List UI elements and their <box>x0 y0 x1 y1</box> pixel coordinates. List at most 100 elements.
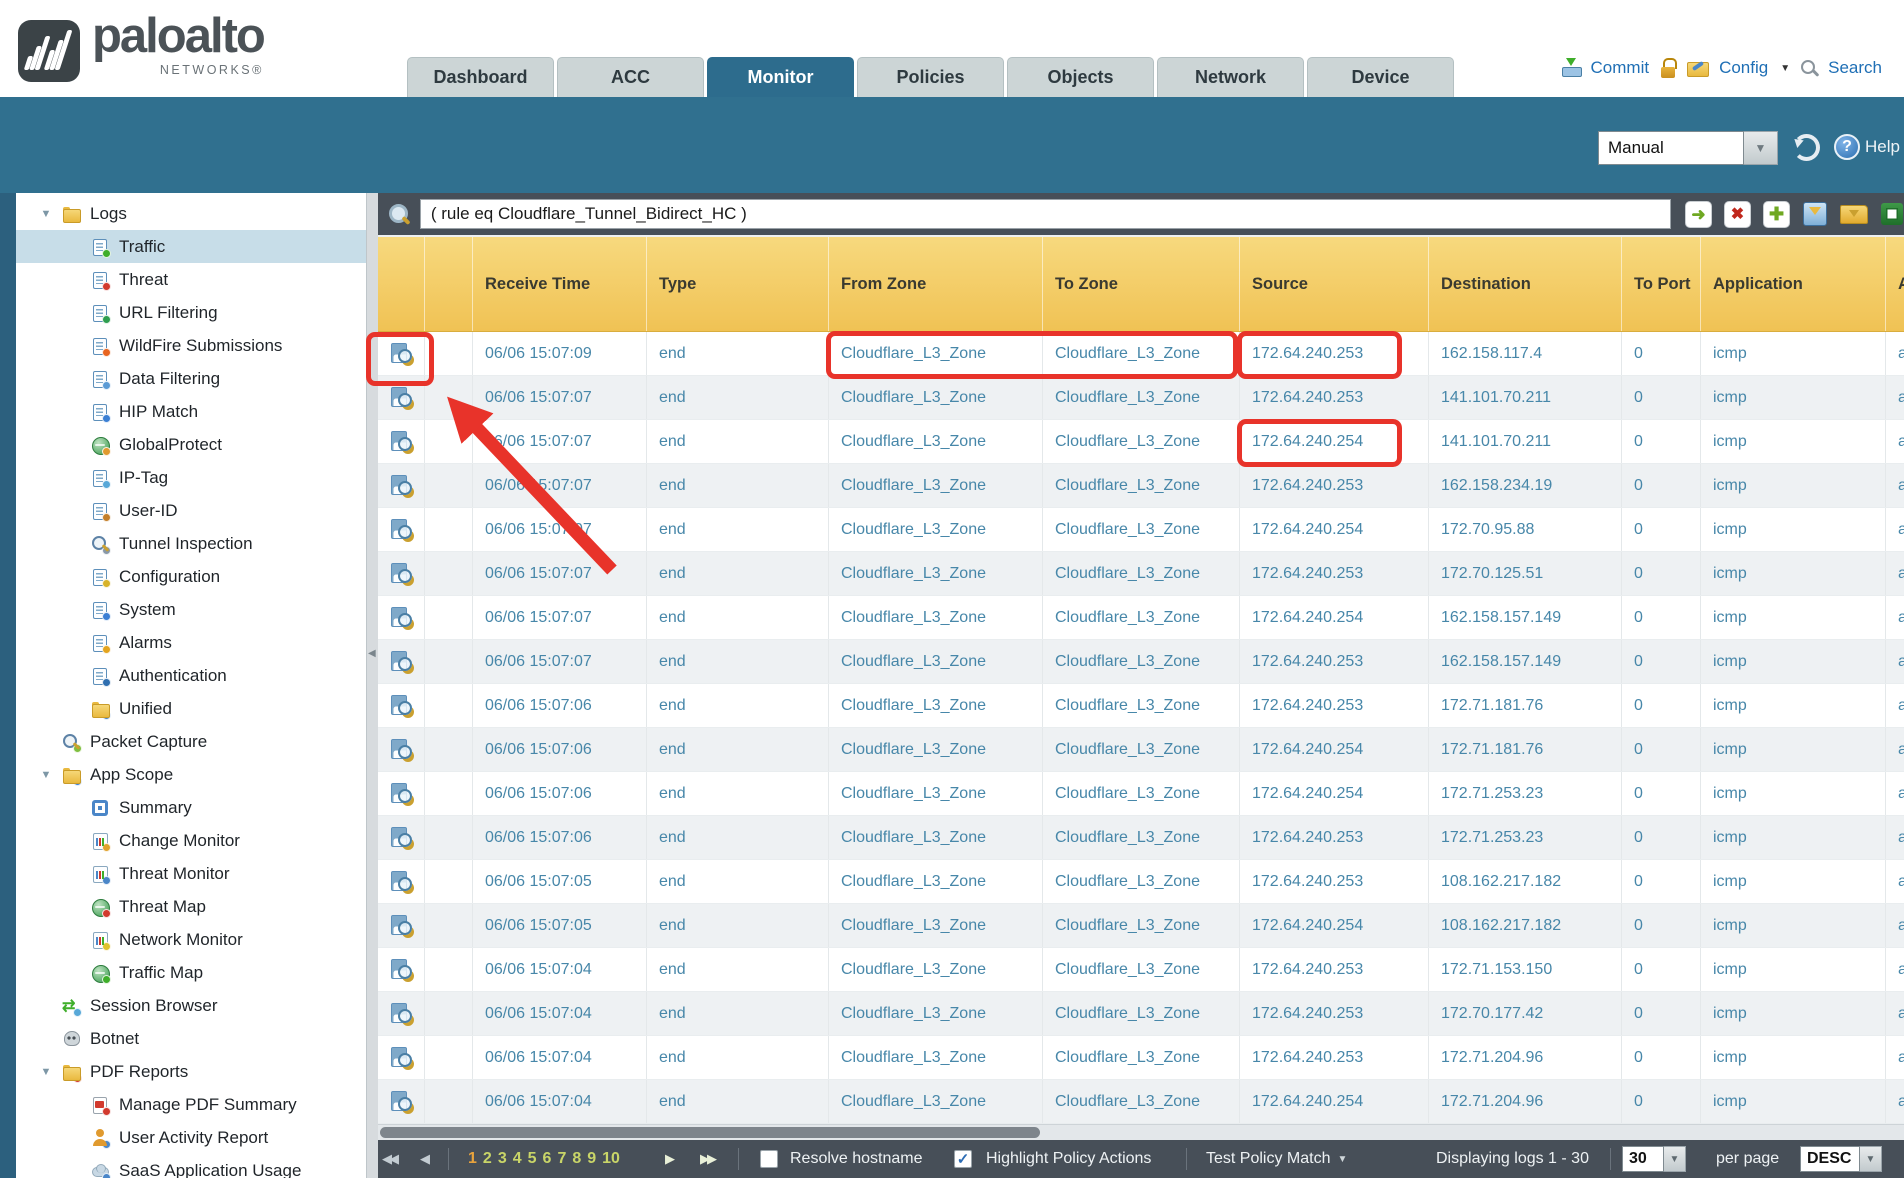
log-row[interactable]: 06/06 15:07:06endCloudflare_L3_ZoneCloud… <box>378 684 1904 728</box>
cell-action[interactable]: a <box>1886 464 1904 507</box>
cell-source[interactable]: 172.64.240.253 <box>1240 640 1429 683</box>
page-number-10[interactable]: 10 <box>602 1150 620 1168</box>
clear-filter-icon[interactable]: ✖ <box>1724 201 1751 228</box>
cell-to-port[interactable]: 0 <box>1622 376 1701 419</box>
column-header-from-zone[interactable]: From Zone <box>829 237 1043 331</box>
sidebar-item-saas-application-usage[interactable]: SaaS Application Usage <box>16 1154 366 1178</box>
horizontal-scrollbar-thumb[interactable] <box>380 1127 1040 1138</box>
cell-receive-time[interactable]: 06/06 15:07:04 <box>473 1080 647 1123</box>
log-detail-icon[interactable] <box>389 651 413 673</box>
cell-to-zone[interactable]: Cloudflare_L3_Zone <box>1043 904 1240 947</box>
tab-acc[interactable]: ACC <box>557 57 704 97</box>
cell-application[interactable]: icmp <box>1701 420 1886 463</box>
cell-action[interactable]: a <box>1886 376 1904 419</box>
cell-destination[interactable]: 172.71.153.150 <box>1429 948 1622 991</box>
column-header-spacer[interactable] <box>425 237 473 331</box>
cell-application[interactable]: icmp <box>1701 332 1886 375</box>
help-button[interactable]: ? Help <box>1834 134 1900 160</box>
sidebar-item-session-browser[interactable]: Session Browser <box>16 989 366 1022</box>
cell-source[interactable]: 172.64.240.253 <box>1240 552 1429 595</box>
log-row[interactable]: 06/06 15:07:04endCloudflare_L3_ZoneCloud… <box>378 1080 1904 1124</box>
cell-action[interactable]: a <box>1886 640 1904 683</box>
cell-from-zone[interactable]: Cloudflare_L3_Zone <box>829 816 1043 859</box>
help-icon[interactable]: ? <box>1834 134 1860 160</box>
cell-type[interactable]: end <box>647 1036 829 1079</box>
log-row[interactable]: 06/06 15:07:04endCloudflare_L3_ZoneCloud… <box>378 992 1904 1036</box>
refresh-mode-select[interactable]: Manual ▼ <box>1598 131 1778 165</box>
cell-type[interactable]: end <box>647 376 829 419</box>
export-logs-icon[interactable] <box>1880 202 1904 226</box>
search-link[interactable]: Search <box>1828 58 1882 78</box>
cell-action[interactable]: a <box>1886 772 1904 815</box>
cell-source[interactable]: 172.64.240.253 <box>1240 1036 1429 1079</box>
cell-to-port[interactable]: 0 <box>1622 860 1701 903</box>
cell-receive-time[interactable]: 06/06 15:07:07 <box>473 464 647 507</box>
page-number-4[interactable]: 4 <box>513 1150 522 1168</box>
column-header-to-port[interactable]: To Port <box>1622 237 1701 331</box>
logs-expander-icon[interactable]: ▼ <box>38 208 54 220</box>
cell-application[interactable]: icmp <box>1701 684 1886 727</box>
cell-source[interactable]: 172.64.240.254 <box>1240 1080 1429 1123</box>
cell-action[interactable]: a <box>1886 508 1904 551</box>
config-link[interactable]: Config <box>1719 58 1768 78</box>
sidebar-item-data-filtering[interactable]: Data Filtering <box>16 362 366 395</box>
cell-destination[interactable]: 172.71.253.23 <box>1429 816 1622 859</box>
log-detail-icon[interactable] <box>389 1003 413 1025</box>
tab-network[interactable]: Network <box>1157 57 1304 97</box>
cell-to-zone[interactable]: Cloudflare_L3_Zone <box>1043 948 1240 991</box>
log-row[interactable]: 06/06 15:07:07endCloudflare_L3_ZoneCloud… <box>378 420 1904 464</box>
cell-to-port[interactable]: 0 <box>1622 596 1701 639</box>
cell-action[interactable]: a <box>1886 552 1904 595</box>
column-header-application[interactable]: Application <box>1701 237 1886 331</box>
column-header-to-zone[interactable]: To Zone <box>1043 237 1240 331</box>
cell-receive-time[interactable]: 06/06 15:07:07 <box>473 640 647 683</box>
cell-to-zone[interactable]: Cloudflare_L3_Zone <box>1043 332 1240 375</box>
column-header-detail[interactable] <box>378 237 425 331</box>
cell-receive-time[interactable]: 06/06 15:07:04 <box>473 948 647 991</box>
cell-destination[interactable]: 141.101.70.211 <box>1429 420 1622 463</box>
cell-receive-time[interactable]: 06/06 15:07:06 <box>473 816 647 859</box>
sidebar-item-botnet[interactable]: Botnet <box>16 1022 366 1055</box>
cell-destination[interactable]: 141.101.70.211 <box>1429 376 1622 419</box>
log-row[interactable]: 06/06 15:07:07endCloudflare_L3_ZoneCloud… <box>378 552 1904 596</box>
tab-monitor[interactable]: Monitor <box>707 57 854 97</box>
sidebar-item-traffic-map[interactable]: Traffic Map <box>16 956 366 989</box>
sidebar-item-user-id[interactable]: User-ID <box>16 494 366 527</box>
cell-receive-time[interactable]: 06/06 15:07:05 <box>473 904 647 947</box>
help-label[interactable]: Help <box>1865 137 1900 157</box>
cell-from-zone[interactable]: Cloudflare_L3_Zone <box>829 772 1043 815</box>
cell-source[interactable]: 172.64.240.254 <box>1240 772 1429 815</box>
log-detail-icon[interactable] <box>389 827 413 849</box>
refresh-mode-dropdown-icon[interactable]: ▼ <box>1744 131 1778 165</box>
cell-from-zone[interactable]: Cloudflare_L3_Zone <box>829 1080 1043 1123</box>
sidebar-item-wildfire-submissions[interactable]: WildFire Submissions <box>16 329 366 362</box>
cell-type[interactable]: end <box>647 552 829 595</box>
cell-from-zone[interactable]: Cloudflare_L3_Zone <box>829 860 1043 903</box>
cell-source[interactable]: 172.64.240.253 <box>1240 376 1429 419</box>
next-page-icon[interactable]: ▶ <box>665 1151 672 1167</box>
log-row[interactable]: 06/06 15:07:05endCloudflare_L3_ZoneCloud… <box>378 860 1904 904</box>
cell-to-zone[interactable]: Cloudflare_L3_Zone <box>1043 640 1240 683</box>
commit-link[interactable]: Commit <box>1591 58 1650 78</box>
cell-from-zone[interactable]: Cloudflare_L3_Zone <box>829 552 1043 595</box>
cell-application[interactable]: icmp <box>1701 552 1886 595</box>
filter-builder-icon[interactable] <box>1802 201 1828 227</box>
sort-order-select[interactable]: DESC ▼ <box>1800 1146 1882 1172</box>
cell-to-zone[interactable]: Cloudflare_L3_Zone <box>1043 772 1240 815</box>
tab-policies[interactable]: Policies <box>857 57 1004 97</box>
cell-to-port[interactable]: 0 <box>1622 332 1701 375</box>
cell-type[interactable]: end <box>647 816 829 859</box>
log-detail-icon[interactable] <box>389 343 413 365</box>
cell-to-zone[interactable]: Cloudflare_L3_Zone <box>1043 596 1240 639</box>
cell-receive-time[interactable]: 06/06 15:07:06 <box>473 684 647 727</box>
resolve-hostname-checkbox[interactable] <box>760 1150 778 1168</box>
cell-destination[interactable]: 172.71.181.76 <box>1429 728 1622 771</box>
cell-from-zone[interactable]: Cloudflare_L3_Zone <box>829 420 1043 463</box>
sort-order-value[interactable]: DESC <box>1800 1146 1860 1172</box>
cell-from-zone[interactable]: Cloudflare_L3_Zone <box>829 992 1043 1035</box>
log-detail-icon[interactable] <box>389 475 413 497</box>
cell-action[interactable]: a <box>1886 904 1904 947</box>
sidebar-item-alarms[interactable]: Alarms <box>16 626 366 659</box>
sidebar-item-configuration[interactable]: Configuration <box>16 560 366 593</box>
cell-application[interactable]: icmp <box>1701 816 1886 859</box>
